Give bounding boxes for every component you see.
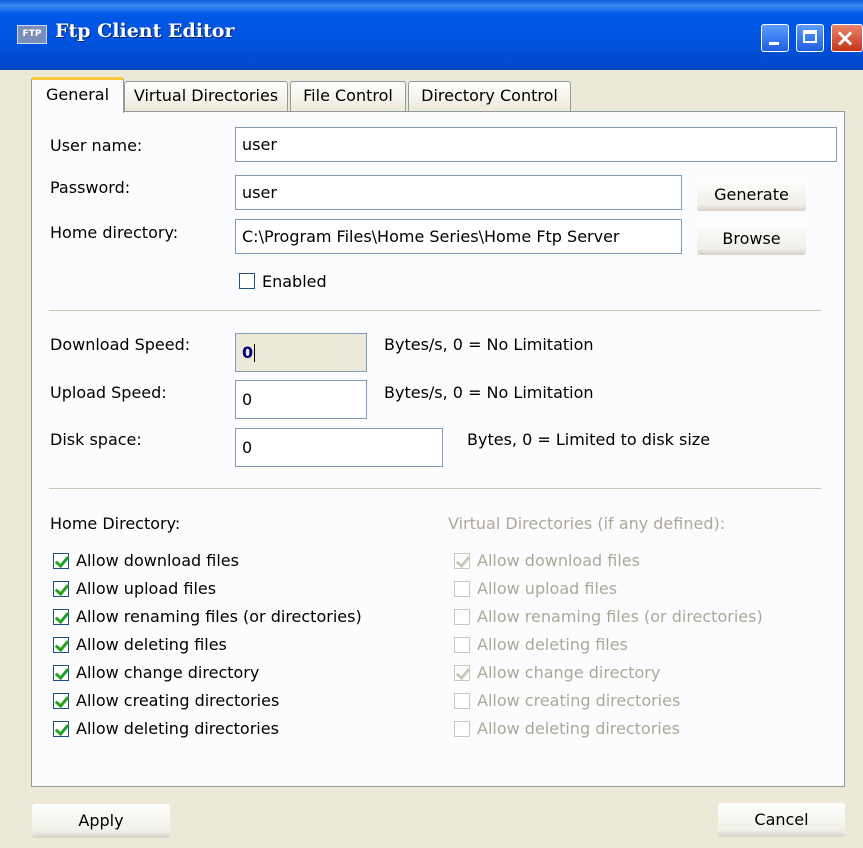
minimize-icon	[769, 42, 779, 45]
separator-1	[49, 310, 821, 312]
upload-speed-label: Upload Speed:	[50, 383, 167, 402]
disk-space-label: Disk space:	[50, 430, 142, 449]
user-name-value: user	[242, 135, 277, 154]
maximize-icon	[803, 30, 817, 43]
text-caret	[254, 343, 256, 362]
virtual-allow-upload-label: Allow upload files	[477, 579, 618, 598]
virtual-allow-deleting-directories-checkbox	[454, 721, 470, 737]
tab-virtual-directories[interactable]: Virtual Directories	[124, 81, 288, 111]
maximize-button[interactable]	[796, 24, 824, 52]
separator-2	[49, 488, 821, 490]
home-allow-change-directory-label: Allow change directory	[76, 663, 260, 682]
home-allow-deleting-directories-label: Allow deleting directories	[76, 719, 279, 738]
disk-space-hint: Bytes, 0 = Limited to disk size	[467, 430, 711, 449]
home-directory-value: C:\Program Files\Home Series\Home Ftp Se…	[242, 227, 620, 246]
home-allow-deleting-directories-checkbox[interactable]	[53, 721, 69, 737]
download-speed-hint: Bytes/s, 0 = No Limitation	[384, 335, 594, 354]
home-allow-upload-label: Allow upload files	[76, 579, 217, 598]
generate-button[interactable]: Generate	[697, 178, 806, 211]
upload-speed-hint: Bytes/s, 0 = No Limitation	[384, 383, 594, 402]
title-bar[interactable]: FTP Ftp Client Editor ×	[0, 0, 863, 70]
home-allow-renaming-checkbox[interactable]	[53, 609, 69, 625]
virtual-directories-permissions-header: Virtual Directories (if any defined):	[448, 514, 726, 533]
virtual-allow-download-label: Allow download files	[477, 551, 640, 570]
password-label: Password:	[50, 178, 131, 197]
home-allow-change-directory-checkbox[interactable]	[53, 665, 69, 681]
apply-button[interactable]: Apply	[32, 804, 170, 838]
password-value: user	[242, 183, 277, 202]
virtual-allow-change-directory-checkbox	[454, 665, 470, 681]
app-logo-icon: FTP	[17, 25, 47, 44]
virtual-allow-change-directory-label: Allow change directory	[477, 663, 661, 682]
download-speed-input[interactable]: 0	[235, 333, 367, 372]
disk-space-value: 0	[242, 438, 253, 457]
virtual-allow-renaming-label: Allow renaming files (or directories)	[477, 607, 763, 626]
window-title: Ftp Client Editor	[55, 20, 235, 42]
home-allow-deleting-files-checkbox[interactable]	[53, 637, 69, 653]
home-allow-deleting-files-label: Allow deleting files	[76, 635, 227, 654]
password-input[interactable]: user	[235, 175, 682, 210]
home-directory-input[interactable]: C:\Program Files\Home Series\Home Ftp Se…	[235, 219, 682, 254]
cancel-button[interactable]: Cancel	[718, 803, 845, 837]
home-allow-creating-directories-checkbox[interactable]	[53, 693, 69, 709]
virtual-allow-download-checkbox	[454, 553, 470, 569]
close-icon: ×	[834, 24, 856, 52]
home-allow-download-checkbox[interactable]	[53, 553, 69, 569]
upload-speed-value: 0	[242, 390, 253, 409]
virtual-allow-renaming-checkbox	[454, 609, 470, 625]
virtual-allow-upload-checkbox	[454, 581, 470, 597]
virtual-allow-deleting-files-label: Allow deleting files	[477, 635, 628, 654]
home-directory-permissions-header: Home Directory:	[50, 514, 181, 533]
upload-speed-input[interactable]: 0	[235, 380, 367, 419]
home-allow-renaming-label: Allow renaming files (or directories)	[76, 607, 362, 626]
home-allow-download-label: Allow download files	[76, 551, 239, 570]
virtual-allow-creating-directories-label: Allow creating directories	[477, 691, 681, 710]
download-speed-label: Download Speed:	[50, 335, 191, 354]
user-name-label: User name:	[50, 136, 143, 155]
enabled-checkbox[interactable]	[239, 273, 255, 289]
browse-button[interactable]: Browse	[697, 222, 806, 255]
user-name-input[interactable]: user	[235, 127, 837, 162]
enabled-label: Enabled	[262, 272, 327, 291]
close-button[interactable]: ×	[831, 24, 863, 52]
disk-space-input[interactable]: 0	[235, 428, 443, 467]
home-allow-creating-directories-label: Allow creating directories	[76, 691, 280, 710]
virtual-allow-creating-directories-checkbox	[454, 693, 470, 709]
tab-general[interactable]: General	[31, 77, 124, 113]
home-allow-upload-checkbox[interactable]	[53, 581, 69, 597]
minimize-button[interactable]	[761, 24, 789, 52]
tab-file-control[interactable]: File Control	[290, 81, 406, 111]
tab-directory-control[interactable]: Directory Control	[408, 81, 571, 111]
virtual-allow-deleting-directories-label: Allow deleting directories	[477, 719, 680, 738]
ftp-client-editor-window: FTP Ftp Client Editor × General Virtual …	[0, 0, 863, 848]
download-speed-value: 0	[242, 343, 254, 362]
home-directory-label: Home directory:	[50, 223, 179, 242]
virtual-allow-deleting-files-checkbox	[454, 637, 470, 653]
